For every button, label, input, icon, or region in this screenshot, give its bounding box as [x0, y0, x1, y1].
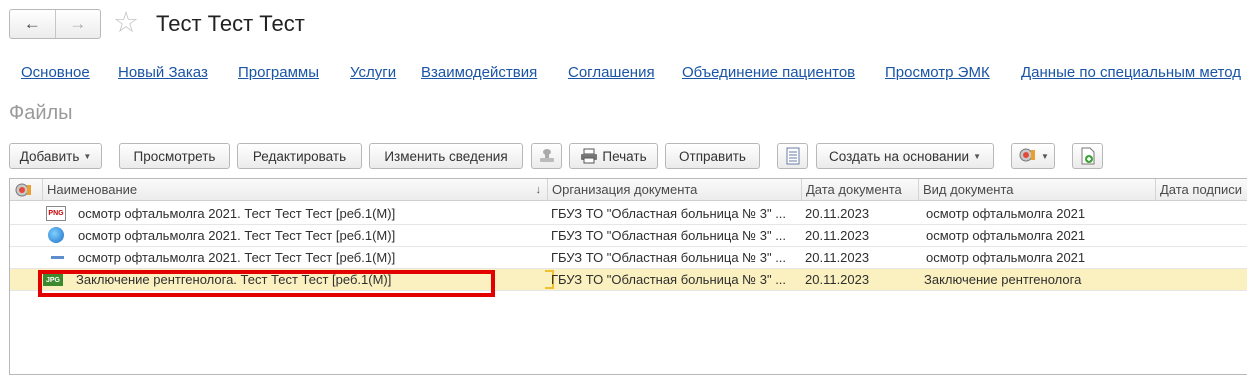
cell-name: осмотр офтальмолга 2021. Тест Тест Тест …: [78, 206, 396, 221]
cell-doc-type: осмотр офтальмолга 2021: [926, 228, 1086, 243]
table-header: Наименование ↓ Организация документа Дат…: [10, 179, 1247, 201]
chevron-down-icon: ▼: [83, 151, 92, 161]
link-interactions[interactable]: Взаимодействия: [421, 64, 537, 81]
header-doc-type[interactable]: Вид документа: [918, 179, 1155, 201]
send-button[interactable]: Отправить: [665, 143, 760, 169]
link-merge-patients[interactable]: Объединение пациентов: [682, 64, 855, 81]
link-services[interactable]: Услуги: [350, 64, 396, 81]
link-view-emk[interactable]: Просмотр ЭМК: [885, 64, 990, 81]
chevron-down-icon: ▼: [1041, 151, 1049, 161]
list-button[interactable]: [777, 143, 808, 169]
highlight-annotation: [38, 270, 495, 297]
sort-down-icon: ↓: [535, 184, 542, 196]
cell-organization: ГБУЗ ТО "Областная больница № 3" ...: [551, 250, 787, 265]
table-row[interactable]: осмотр офтальмолга 2021. Тест Тест Тест …: [10, 225, 1247, 247]
cell-doc-date: 20.11.2023: [805, 228, 870, 243]
view-button[interactable]: Просмотреть: [119, 143, 230, 169]
header-sign-date[interactable]: Дата подписи: [1155, 179, 1247, 201]
print-label: Печать: [602, 148, 647, 164]
link-main[interactable]: Основное: [21, 64, 90, 81]
cell-organization: ГБУЗ ТО "Областная больница № 3" ...: [551, 206, 787, 221]
arrow-left-icon: ←: [23, 14, 41, 33]
signature-menu-button[interactable]: ▼: [1011, 143, 1055, 169]
stamp-button[interactable]: [531, 143, 562, 169]
cell-name: осмотр офтальмолга 2021. Тест Тест Тест …: [78, 228, 396, 243]
add-file-icon: [1081, 147, 1094, 165]
link-special-methods[interactable]: Данные по специальным метод: [1021, 64, 1241, 81]
cell-doc-type: осмотр офтальмолга 2021: [926, 250, 1086, 265]
png-file-icon: PNG: [46, 206, 66, 221]
certificate-icon: [15, 183, 31, 197]
page-title: Тест Тест Тест: [156, 11, 305, 36]
header-name[interactable]: Наименование ↓: [42, 179, 547, 201]
add-file-button[interactable]: [1072, 143, 1103, 169]
header-organization[interactable]: Организация документа: [547, 179, 801, 201]
link-new-order[interactable]: Новый Заказ: [118, 64, 208, 81]
back-button[interactable]: ←: [10, 10, 55, 38]
header-name-label: Наименование: [47, 182, 138, 197]
printer-icon: [581, 148, 598, 164]
stamp-icon: [539, 149, 554, 162]
link-programs[interactable]: Программы: [238, 64, 319, 81]
cell-doc-date: 20.11.2023: [805, 206, 870, 221]
print-button[interactable]: Печать: [569, 143, 658, 169]
certificate-icon: [1019, 148, 1036, 162]
table-row[interactable]: PNG осмотр офтальмолга 2021. Тест Тест Т…: [10, 203, 1247, 225]
chevron-down-icon: ▼: [973, 151, 981, 161]
cell-organization: ГБУЗ ТО "Областная больница № 3" ...: [551, 272, 787, 287]
section-title: Файлы: [9, 102, 73, 124]
header-certificate-col[interactable]: [10, 179, 42, 201]
cell-doc-type: Заключение рентгенолога: [924, 272, 1082, 287]
create-based-label: Создать на основании: [829, 148, 970, 164]
forward-button[interactable]: →: [54, 10, 101, 38]
star-icon[interactable]: ☆: [113, 8, 139, 38]
generic-file-icon: [51, 256, 64, 259]
cell-doc-date: 20.11.2023: [805, 272, 870, 287]
change-info-button[interactable]: Изменить сведения: [369, 143, 523, 169]
cell-doc-type: осмотр офтальмолга 2021: [926, 206, 1086, 221]
header-doc-date[interactable]: Дата документа: [801, 179, 918, 201]
arrow-right-icon: →: [69, 14, 87, 33]
table-row[interactable]: осмотр офтальмолга 2021. Тест Тест Тест …: [10, 247, 1247, 269]
edit-button[interactable]: Редактировать: [237, 143, 362, 169]
cell-doc-date: 20.11.2023: [805, 250, 870, 265]
create-based-button[interactable]: Создать на основании ▼: [816, 143, 994, 169]
add-label: Добавить: [19, 148, 80, 164]
link-agreements[interactable]: Соглашения: [568, 64, 655, 81]
cell-organization: ГБУЗ ТО "Областная больница № 3" ...: [551, 228, 787, 243]
add-button[interactable]: Добавить ▼: [9, 143, 102, 169]
web-file-icon: [48, 227, 64, 243]
list-icon: [786, 147, 799, 165]
history-nav: ← →: [9, 9, 101, 39]
cell-name: осмотр офтальмолга 2021. Тест Тест Тест …: [78, 250, 396, 265]
